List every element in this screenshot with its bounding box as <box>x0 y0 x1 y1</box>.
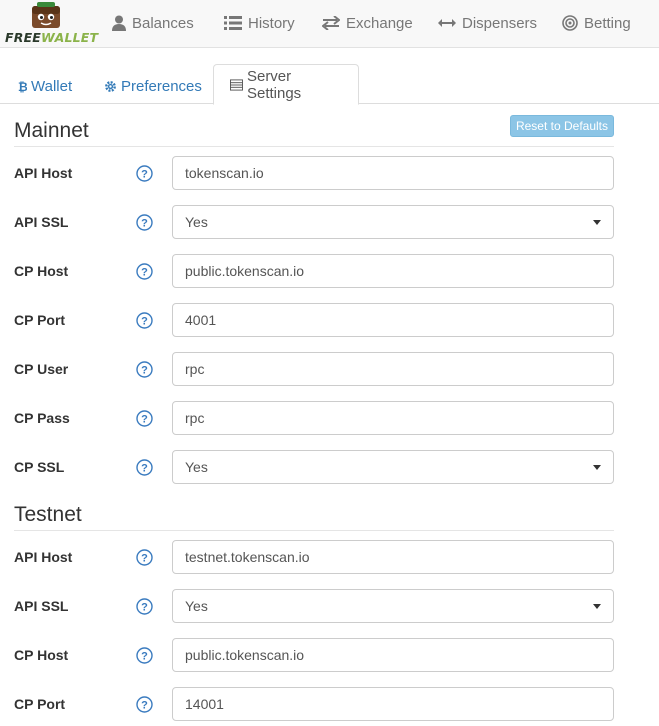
testnet-cp-port-input[interactable]: 14001 <box>172 687 614 721</box>
tab-server-settings[interactable]: Server Settings <box>213 64 359 105</box>
server-list-icon <box>230 78 243 91</box>
tab-wallet[interactable]: ₿ Wallet <box>2 69 88 104</box>
svg-text:?: ? <box>141 553 148 565</box>
help-icon[interactable]: ? <box>136 549 153 566</box>
mainnet-title: Mainnet <box>14 119 89 142</box>
freewallet-logo[interactable]: FREEWALLET <box>2 2 98 46</box>
mainnet-cp-user-input[interactable]: rpc <box>172 352 614 386</box>
mainnet-cp-user-label: CP User <box>14 361 69 377</box>
mainnet-cp-port-label: CP Port <box>14 312 66 328</box>
svg-text:?: ? <box>141 651 148 663</box>
svg-text:?: ? <box>141 316 148 328</box>
mainnet-cp-ssl-select[interactable]: Yes <box>172 450 614 484</box>
help-icon[interactable]: ? <box>136 312 153 329</box>
tab-preferences[interactable]: Preferences <box>88 69 218 104</box>
help-icon[interactable]: ? <box>136 598 153 615</box>
field-value: rpc <box>185 410 205 426</box>
testnet-api-ssl-select[interactable]: Yes <box>172 589 614 623</box>
field-value: tokenscan.io <box>185 165 264 181</box>
nav-history[interactable]: History <box>224 13 295 33</box>
field-value: public.tokenscan.io <box>185 647 305 663</box>
mainnet-cp-host-input[interactable]: public.tokenscan.io <box>172 254 614 288</box>
svg-text:?: ? <box>141 602 148 614</box>
svg-text:₿: ₿ <box>18 80 27 93</box>
testnet-cp-port-label: CP Port <box>14 696 66 712</box>
testnet-cp-host-input[interactable]: public.tokenscan.io <box>172 638 614 672</box>
help-icon[interactable]: ? <box>136 263 153 280</box>
nav-betting[interactable]: Betting <box>562 13 631 33</box>
help-icon[interactable]: ? <box>136 647 153 664</box>
nav-balances-label: Balances <box>132 14 194 32</box>
caret-down-icon <box>593 465 601 470</box>
svg-text:?: ? <box>141 463 148 475</box>
list-icon <box>224 16 242 30</box>
help-icon[interactable]: ? <box>136 165 153 182</box>
testnet-api-ssl-label: API SSL <box>14 598 69 614</box>
mainnet-cp-pass-label: CP Pass <box>14 410 70 426</box>
mainnet-api-host-label: API Host <box>14 165 73 181</box>
svg-text:?: ? <box>141 414 148 426</box>
testnet-divider <box>14 530 614 531</box>
help-icon[interactable]: ? <box>136 361 153 378</box>
arrows-horizontal-icon <box>438 19 456 27</box>
mainnet-cp-host-label: CP Host <box>14 263 69 279</box>
nav-exchange-label: Exchange <box>346 14 413 32</box>
reset-defaults-button[interactable]: Reset to Defaults <box>510 115 614 137</box>
testnet-title: Testnet <box>14 503 82 526</box>
mainnet-cp-pass-input[interactable]: rpc <box>172 401 614 435</box>
nav-dispensers-label: Dispensers <box>462 14 538 32</box>
field-value: public.tokenscan.io <box>185 263 305 279</box>
field-value: Yes <box>185 214 208 230</box>
exchange-icon <box>322 16 340 30</box>
field-value: 14001 <box>185 696 224 712</box>
mainnet-divider <box>14 146 614 147</box>
mainnet-api-host-input[interactable]: tokenscan.io <box>172 156 614 190</box>
svg-text:?: ? <box>141 267 148 279</box>
nav-betting-label: Betting <box>584 14 631 32</box>
help-icon[interactable]: ? <box>136 410 153 427</box>
mainnet-cp-ssl-label: CP SSL <box>14 459 65 475</box>
gear-icon <box>105 81 116 92</box>
field-value: Yes <box>185 598 208 614</box>
caret-down-icon <box>593 604 601 609</box>
tab-wallet-label: Wallet <box>31 78 73 95</box>
svg-text:?: ? <box>141 365 148 377</box>
testnet-api-host-input[interactable]: testnet.tokenscan.io <box>172 540 614 574</box>
caret-down-icon <box>593 220 601 225</box>
target-icon <box>562 15 578 31</box>
help-icon[interactable]: ? <box>136 214 153 231</box>
nav-balances[interactable]: Balances <box>112 13 194 33</box>
field-value: testnet.tokenscan.io <box>185 549 310 565</box>
svg-text:?: ? <box>141 169 148 181</box>
nav-history-label: History <box>248 14 295 32</box>
settings-tabs: ₿ Wallet Preferences Server Settings <box>0 48 659 105</box>
mainnet-cp-port-input[interactable]: 4001 <box>172 303 614 337</box>
help-icon[interactable]: ? <box>136 696 153 713</box>
svg-text:?: ? <box>141 700 148 712</box>
tab-preferences-label: Preferences <box>121 78 202 95</box>
bitcoin-icon: ₿ <box>18 80 27 93</box>
field-value: 4001 <box>185 312 217 328</box>
svg-text:?: ? <box>141 218 148 230</box>
logo-text: FREEWALLET <box>5 30 99 45</box>
mainnet-api-ssl-select[interactable]: Yes <box>172 205 614 239</box>
wallet-mascot-icon <box>32 2 60 28</box>
tab-server-settings-label: Server Settings <box>246 67 302 102</box>
nav-exchange[interactable]: Exchange <box>322 13 413 33</box>
mainnet-api-ssl-label: API SSL <box>14 214 69 230</box>
field-value: rpc <box>185 361 205 377</box>
testnet-api-host-label: API Host <box>14 549 73 565</box>
user-icon <box>112 15 126 31</box>
nav-dispensers[interactable]: Dispensers <box>438 13 537 33</box>
testnet-cp-host-label: CP Host <box>14 647 69 663</box>
field-value: Yes <box>185 459 208 475</box>
top-navbar: FREEWALLET Balances History Exchange Dis… <box>0 0 659 48</box>
help-icon[interactable]: ? <box>136 459 153 476</box>
